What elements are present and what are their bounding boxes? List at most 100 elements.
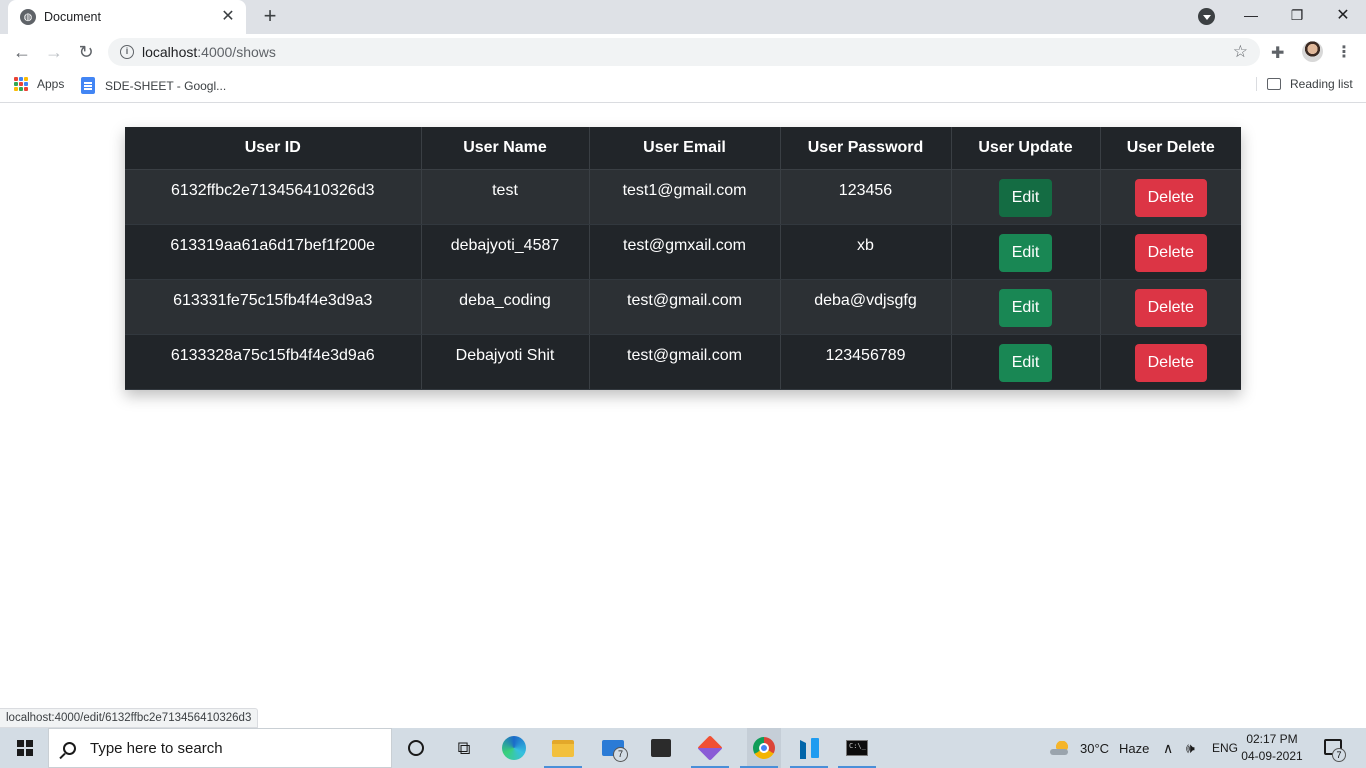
google-docs-icon [81,77,95,94]
apps-grid-icon [14,77,28,91]
reload-icon[interactable]: ↻ [74,40,98,64]
vscode-icon[interactable] [796,736,822,760]
delete-button[interactable]: Delete [1134,178,1207,217]
delete-button[interactable]: Delete [1134,288,1207,327]
reading-list-button[interactable]: Reading list [1256,77,1353,91]
bookmark-label: SDE-SHEET - Googl... [105,78,227,93]
profile-avatar[interactable] [1302,41,1323,62]
cell-user-name: debajyoti_4587 [421,224,590,280]
minimize-icon[interactable]: — [1228,0,1274,30]
search-icon [63,741,76,755]
header-user-delete: User Delete [1100,127,1241,170]
chrome-icon[interactable] [747,728,781,768]
url-text: localhost:4000/shows [142,44,276,60]
taskbar: Type here to search ⧉ 7 C:\_ 30°C Haze ∧… [0,728,1366,768]
language-indicator[interactable]: ENG [1212,728,1238,768]
header-user-name: User Name [421,127,590,170]
weather-haze-icon [1050,741,1070,755]
cell-user-name: Debajyoti Shit [421,334,590,390]
new-tab-button[interactable]: + [258,5,282,28]
cell-user-name: test [421,169,590,225]
table-row: 613319aa61a6d17bef1f200e debajyoti_4587 … [125,224,1241,280]
header-user-email: User Email [589,127,781,170]
terminal-icon[interactable]: C:\_ [844,736,870,760]
edit-button[interactable]: Edit [998,343,1053,382]
taskbar-clock[interactable]: 02:17 PM 04-09-2021 [1240,731,1304,765]
bookmarks-bar: Apps SDE-SHEET - Googl... Reading list [0,70,1366,103]
edit-button[interactable]: Edit [998,178,1053,217]
cell-delete: Delete [1100,169,1241,225]
task-view-icon[interactable]: ⧉ [451,736,477,760]
close-window-icon[interactable]: ✕ [1320,0,1366,30]
extensions-icon[interactable]: ✚ [1271,43,1284,63]
clock-time: 02:17 PM [1246,732,1298,746]
address-bar[interactable]: i localhost:4000/shows ☆ [108,38,1260,66]
cell-user-id: 6133328a75c15fb4f4e3d9a6 [125,334,422,390]
menu-icon[interactable]: ⋮ [1336,42,1352,62]
store-icon[interactable] [648,736,674,760]
mail-icon[interactable]: 7 [600,736,628,762]
cell-user-email: test@gmail.com [589,334,781,390]
cell-user-id: 613319aa61a6d17bef1f200e [125,224,422,280]
globe-icon: ◍ [20,9,36,25]
cell-delete: Delete [1100,334,1241,390]
bookmark-apps[interactable]: Apps [14,77,64,91]
tray-chevron-icon[interactable]: ∧ [1163,728,1173,768]
reading-list-label: Reading list [1290,77,1353,91]
weather-temp: 30°C [1080,740,1110,756]
cell-user-password: 123456 [780,169,952,225]
mail-badge: 7 [613,747,628,762]
header-user-update: User Update [951,127,1101,170]
cortana-icon[interactable] [403,736,429,760]
git-icon[interactable] [697,735,723,761]
cell-user-email: test1@gmail.com [589,169,781,225]
forward-icon[interactable]: → [42,40,66,64]
tab-search-icon[interactable] [1198,8,1215,25]
cell-update: Edit [951,169,1101,225]
delete-button[interactable]: Delete [1134,233,1207,272]
reading-list-icon [1267,78,1281,90]
cell-update: Edit [951,224,1101,280]
search-placeholder: Type here to search [90,739,223,757]
edit-button[interactable]: Edit [998,288,1053,327]
close-tab-icon[interactable]: ✕ [220,9,236,25]
edge-icon[interactable] [501,736,527,760]
edit-button[interactable]: Edit [998,233,1053,272]
browser-toolbar: ← → ↻ i localhost:4000/shows ☆ [0,34,1366,70]
users-table: User ID User Name User Email User Passwo… [125,127,1241,390]
back-icon[interactable]: ← [10,40,34,64]
site-info-icon[interactable]: i [120,45,134,59]
weather-desc: Haze [1119,740,1150,756]
bookmark-sde-sheet[interactable]: SDE-SHEET - Googl... [81,77,226,94]
table-row: 613331fe75c15fb4f4e3d9a3 deba_coding tes… [125,279,1241,335]
volume-icon[interactable]: 🕪 [1186,728,1195,768]
table-row: 6133328a75c15fb4f4e3d9a6 Debajyoti Shit … [125,334,1241,390]
restore-icon[interactable]: ❐ [1274,0,1320,30]
windows-start-icon[interactable] [17,740,33,756]
clock-date: 04-09-2021 [1241,749,1303,763]
bookmark-star-icon[interactable]: ☆ [1233,42,1248,62]
tab-strip: ◍ Document ✕ + — ❐ ✕ [0,0,1366,34]
cell-user-name: deba_coding [421,279,590,335]
cell-user-email: test@gmxail.com [589,224,781,280]
cell-user-password: deba@vdjsgfg [780,279,952,335]
cell-user-password: 123456789 [780,334,952,390]
cell-delete: Delete [1100,279,1241,335]
file-explorer-icon[interactable] [550,736,576,760]
taskbar-search-input[interactable]: Type here to search [48,728,392,768]
cell-update: Edit [951,279,1101,335]
delete-button[interactable]: Delete [1134,343,1207,382]
table-header-row: User ID User Name User Email User Passwo… [125,127,1241,170]
weather-widget[interactable]: 30°C Haze [1050,728,1149,768]
cell-user-id: 613331fe75c15fb4f4e3d9a3 [125,279,422,335]
browser-tab[interactable]: ◍ Document ✕ [8,0,246,34]
cell-update: Edit [951,334,1101,390]
cell-user-email: test@gmail.com [589,279,781,335]
notification-badge: 7 [1332,748,1346,762]
cell-user-password: xb [780,224,952,280]
cell-user-id: 6132ffbc2e713456410326d3 [125,169,422,225]
bookmark-label: Apps [37,77,65,91]
cell-delete: Delete [1100,224,1241,280]
users-table-container: User ID User Name User Email User Passwo… [125,127,1241,390]
tab-title: Document [44,10,101,24]
